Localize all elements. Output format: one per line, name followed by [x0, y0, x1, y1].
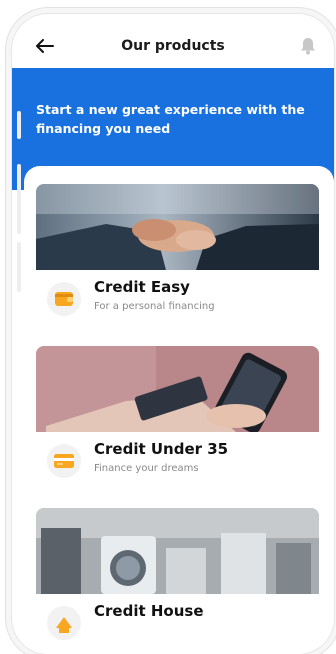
page-title: Our products	[121, 38, 225, 54]
product-image-handshake	[36, 184, 319, 270]
volume-button	[17, 111, 21, 139]
product-title: Credit Easy	[94, 278, 190, 296]
hero-text: Start a new great experience with the fi…	[36, 102, 305, 136]
product-card-credit-easy[interactable]: Credit Easy For a personal financing	[36, 184, 319, 340]
wallet-icon	[55, 292, 73, 306]
house-icon	[56, 617, 72, 633]
product-subtitle: Finance your dreams	[94, 463, 199, 474]
product-card-credit-under-35[interactable]: Credit Under 35 Finance your dreams	[36, 346, 319, 502]
phone-frame: Our products Start a new great experienc…	[12, 14, 334, 654]
product-info: Credit House	[36, 594, 319, 654]
bell-icon[interactable]	[300, 37, 316, 55]
wallet-icon-circle	[47, 282, 81, 316]
credit-card-icon-circle	[47, 444, 81, 478]
product-title: Credit Under 35	[94, 440, 229, 458]
product-subtitle: For a personal financing	[94, 301, 215, 312]
product-info: Credit Easy For a personal financing	[36, 270, 319, 340]
product-info: Credit Under 35 Finance your dreams	[36, 432, 319, 502]
product-image-appliances	[36, 508, 319, 594]
side-button	[17, 242, 21, 292]
credit-card-icon	[54, 454, 74, 468]
product-card-credit-house[interactable]: Credit House	[36, 508, 319, 654]
house-icon-circle	[47, 606, 81, 640]
product-image-card-payment	[36, 346, 319, 432]
side-button	[17, 164, 21, 234]
products-sheet: Credit Easy For a personal financing Cre…	[24, 166, 334, 654]
product-title: Credit House	[94, 602, 204, 620]
top-bar: Our products	[12, 14, 334, 68]
